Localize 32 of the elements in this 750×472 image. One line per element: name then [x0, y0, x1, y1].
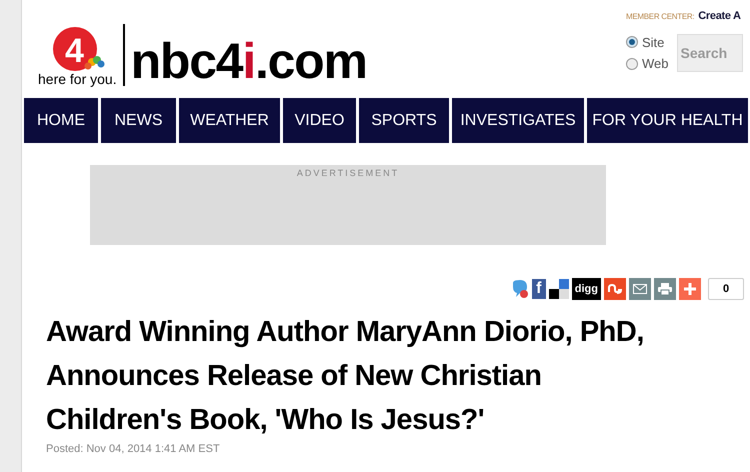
- stumble-icon: [608, 284, 622, 294]
- facebook-icon[interactable]: f: [532, 279, 546, 299]
- article-title: Announces Release of New Christian: [46, 359, 542, 394]
- posted-date: Posted: Nov 04, 2014 1:41 AM EST: [46, 442, 221, 456]
- member-center-label: MEMBER CENTER:: [626, 11, 694, 23]
- create-account-link[interactable]: Create A: [698, 8, 741, 24]
- search-field[interactable]: Search: [676, 34, 742, 72]
- digg-button[interactable]: digg: [572, 278, 601, 300]
- nav-tab[interactable]: HOME: [24, 98, 98, 143]
- nav-tab[interactable]: VIDEO: [283, 98, 356, 143]
- email-button[interactable]: [629, 278, 651, 300]
- article-title: Children's Book, 'Who Is Jesus?': [46, 403, 486, 438]
- nav-tab[interactable]: NEWS: [101, 98, 176, 143]
- printer-icon: [658, 283, 672, 295]
- advertisement-banner: ADVERTISEMENT: [90, 165, 606, 245]
- share-count: 0: [708, 278, 744, 300]
- add-button[interactable]: [679, 278, 701, 300]
- nav-tab[interactable]: SPORTS: [359, 98, 449, 143]
- site-name[interactable]: nbc4i.com: [130, 36, 367, 86]
- article-title: Award Winning Author MaryAnn Diorio, PhD,: [46, 315, 645, 350]
- nav-tab[interactable]: WEATHER: [179, 98, 280, 143]
- logo-tagline: here for you.: [38, 72, 117, 86]
- stumble-button[interactable]: [604, 278, 626, 300]
- nav-tab[interactable]: INVESTIGATES: [452, 98, 584, 143]
- plus-icon: [684, 283, 696, 295]
- search-scope-radio[interactable]: Web: [626, 54, 668, 74]
- chat-bubble-icon[interactable]: [510, 279, 529, 299]
- envelope-icon: [633, 284, 647, 294]
- print-button[interactable]: [654, 278, 676, 300]
- squares-icon[interactable]: [548, 279, 569, 299]
- nav-tab[interactable]: FOR YOUR HEALTH: [587, 98, 748, 143]
- search-scope-radio[interactable]: Site: [626, 32, 668, 52]
